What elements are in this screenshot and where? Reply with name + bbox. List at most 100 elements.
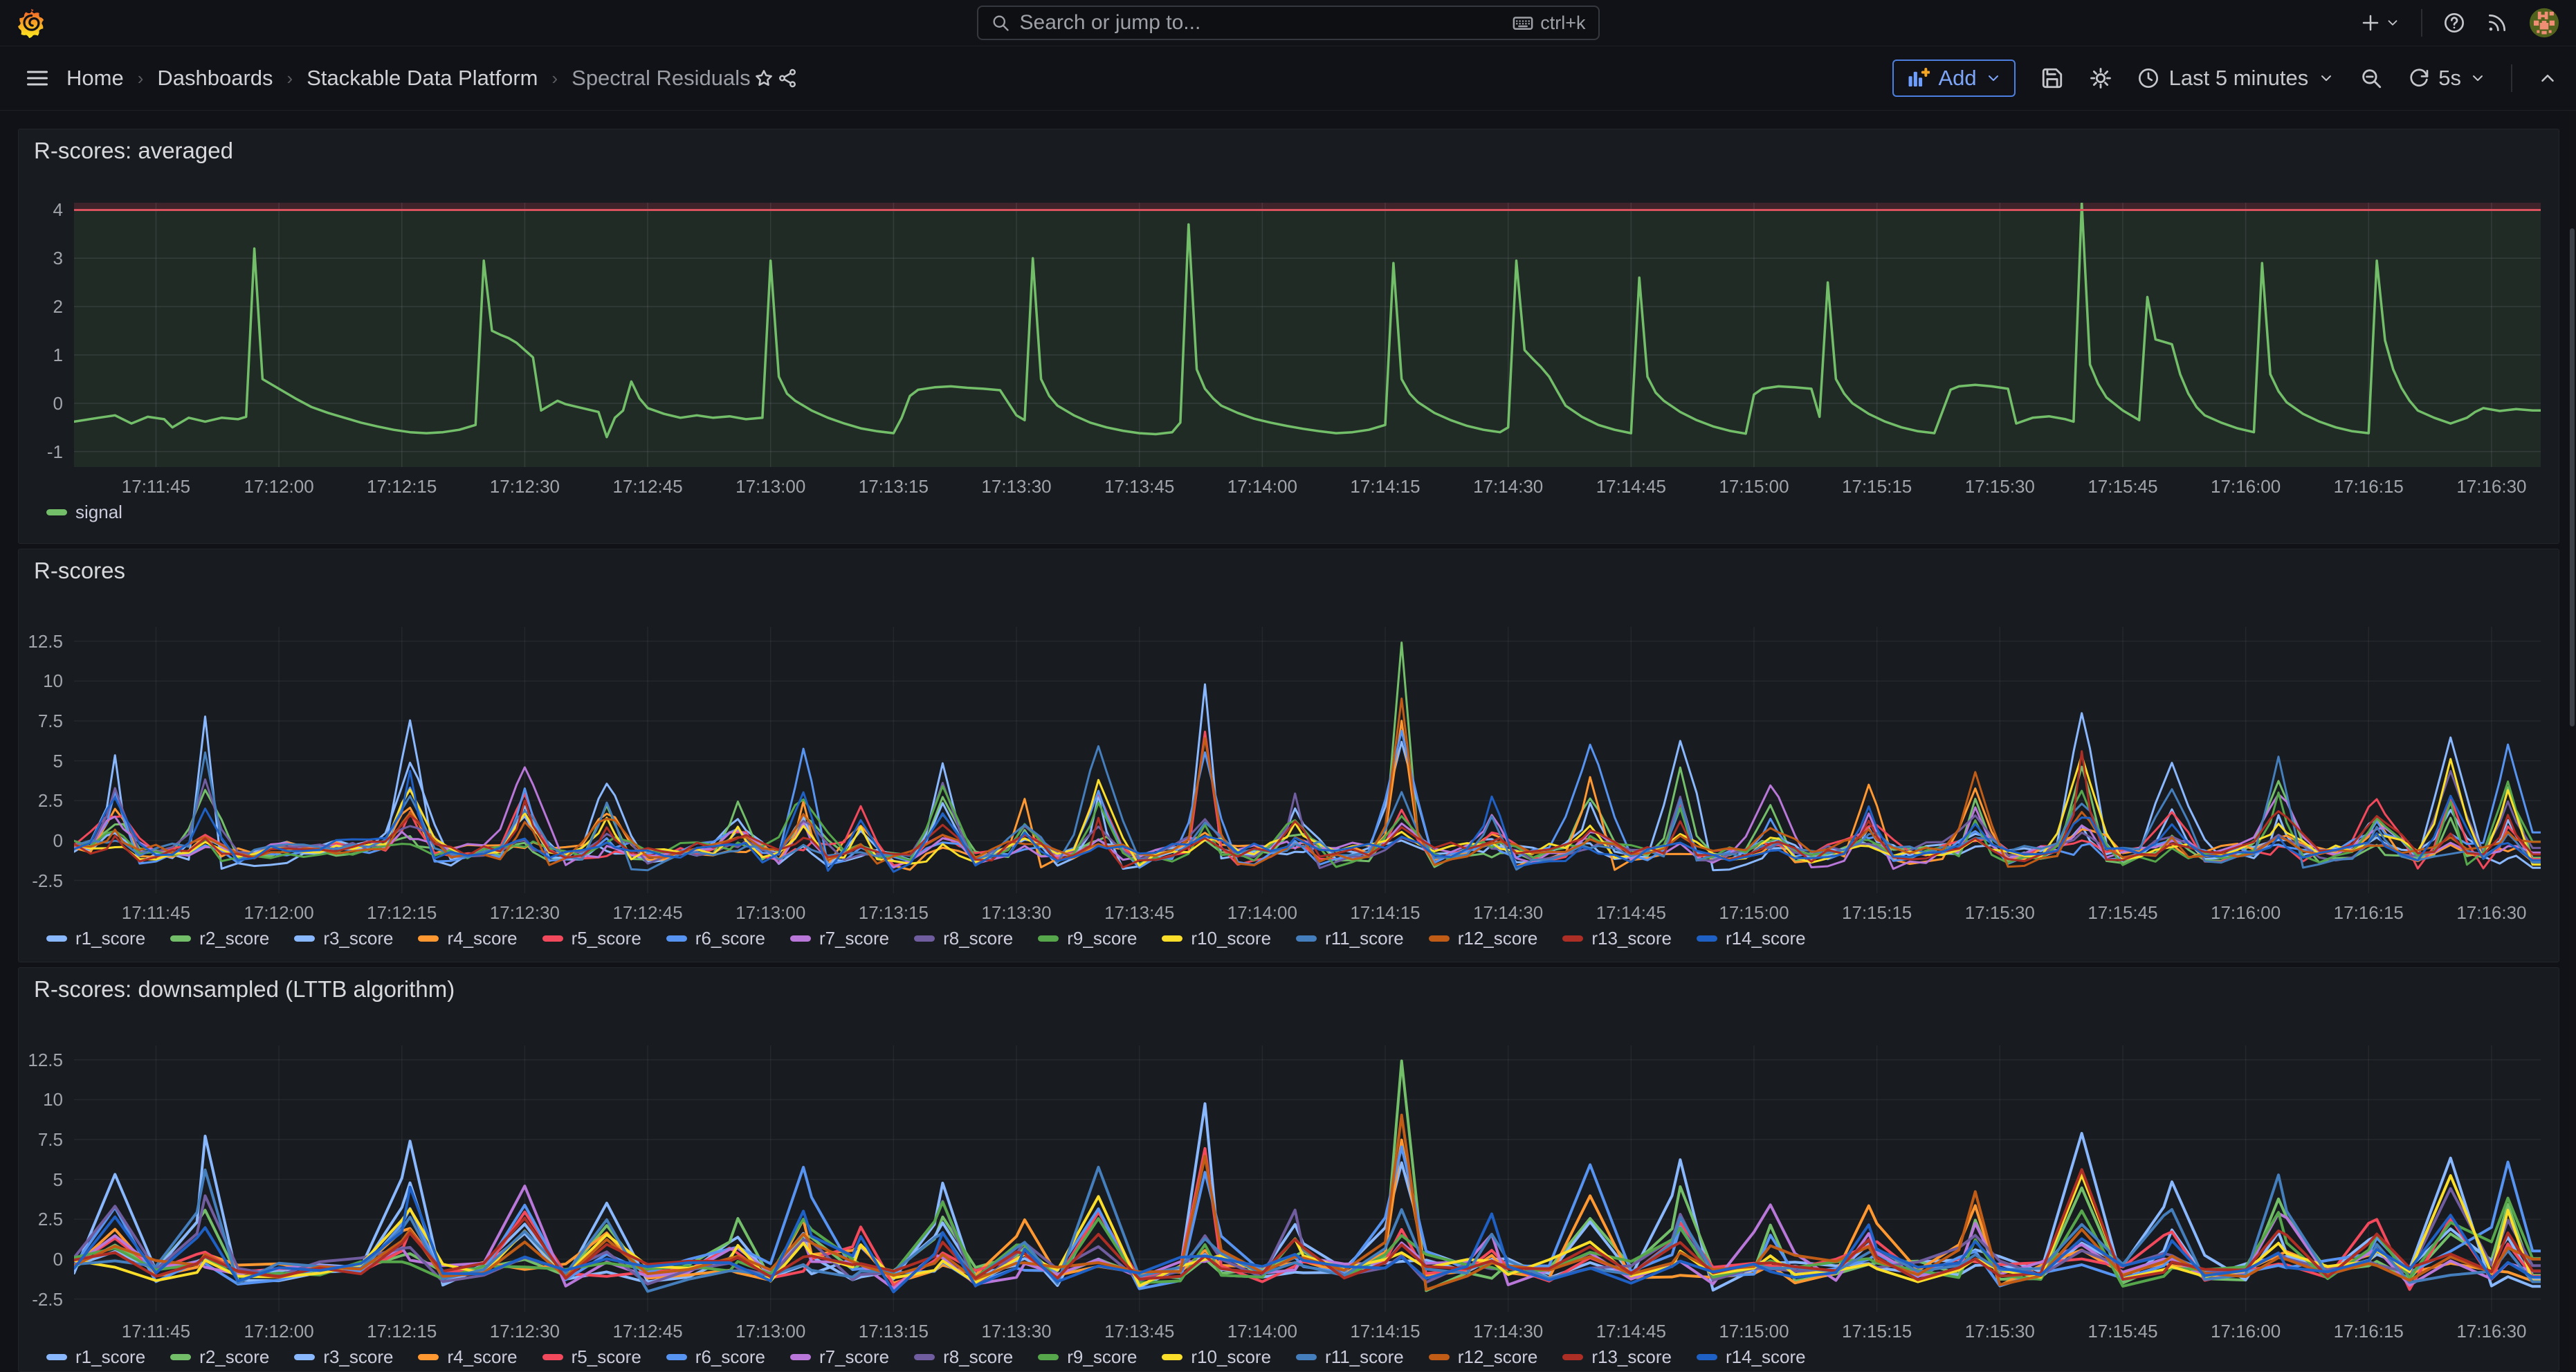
- legend-label: r3_score: [323, 1346, 393, 1368]
- legend-item-r6_score[interactable]: r6_score: [666, 928, 765, 949]
- legend-item-r14_score[interactable]: r14_score: [1697, 1346, 1806, 1368]
- x-axis-label: 17:14:15: [1330, 1321, 1441, 1342]
- chevron-up-icon[interactable]: [2537, 68, 2558, 89]
- legend-item-r2_score[interactable]: r2_score: [170, 928, 269, 949]
- divider: [2421, 9, 2422, 37]
- breadcrumb-separator: ›: [551, 68, 558, 89]
- settings-icon[interactable]: [2089, 66, 2112, 90]
- chart-plot-area[interactable]: [74, 1045, 2541, 1312]
- x-axis-label: 17:15:45: [2067, 902, 2178, 924]
- legend-item-r8_score[interactable]: r8_score: [914, 1346, 1013, 1368]
- panel-r-scores-averaged: R-scores: averaged 43210-117:11:4517:12:…: [18, 129, 2559, 544]
- refresh-picker[interactable]: 5s: [2408, 66, 2486, 91]
- clock-icon: [2137, 67, 2159, 89]
- divider: [2511, 64, 2512, 92]
- x-axis-label: 17:12:00: [223, 902, 334, 924]
- panel-title[interactable]: R-scores: averaged: [34, 138, 233, 164]
- legend-item-r7_score[interactable]: r7_score: [790, 1346, 889, 1368]
- scrollbar-thumb[interactable]: [2570, 228, 2575, 726]
- legend-swatch: [1038, 1354, 1059, 1360]
- x-axis-label: 17:14:15: [1330, 476, 1441, 497]
- legend-label: r5_score: [572, 928, 641, 949]
- legend-label: r1_score: [75, 928, 145, 949]
- y-axis-label: 12.5: [19, 1050, 63, 1071]
- rss-icon[interactable]: [2486, 12, 2508, 34]
- menu-icon[interactable]: [25, 66, 50, 91]
- legend-item-r4_score[interactable]: r4_score: [418, 1346, 517, 1368]
- legend-label: r13_score: [1591, 1346, 1672, 1368]
- panel-title[interactable]: R-scores: downsampled (LTTB algorithm): [34, 976, 455, 1003]
- legend-item-r4_score[interactable]: r4_score: [418, 928, 517, 949]
- y-axis-label: 0: [19, 393, 63, 414]
- legend-item-r1_score[interactable]: r1_score: [46, 928, 145, 949]
- breadcrumb-item-stackable-data-platform[interactable]: Stackable Data Platform: [307, 66, 538, 91]
- breadcrumb-item-home[interactable]: Home: [66, 66, 124, 91]
- legend-item-r10_score[interactable]: r10_score: [1162, 928, 1271, 949]
- legend-item-r9_score[interactable]: r9_score: [1038, 1346, 1137, 1368]
- x-axis-label: 17:15:45: [2067, 476, 2178, 497]
- legend-item-r13_score[interactable]: r13_score: [1562, 1346, 1672, 1368]
- legend-swatch: [914, 1354, 935, 1360]
- legend-swatch: [666, 935, 687, 942]
- y-axis-label: -2.5: [19, 1289, 63, 1310]
- x-axis-label: 17:12:45: [592, 476, 703, 497]
- chart-plot-area[interactable]: [74, 203, 2541, 467]
- y-axis-label: 2.5: [19, 790, 63, 812]
- y-axis-label: 5: [19, 1169, 63, 1191]
- legend-swatch: [170, 1354, 191, 1360]
- top-navbar: Search or jump to... ctrl+k: [0, 0, 2576, 46]
- star-icon[interactable]: [753, 68, 774, 89]
- legend-item-r12_score[interactable]: r12_score: [1429, 1346, 1538, 1368]
- search-placeholder: Search or jump to...: [1020, 11, 1201, 35]
- grafana-logo-icon[interactable]: [15, 7, 47, 39]
- search-shortcut: ctrl+k: [1513, 12, 1585, 34]
- legend-item-r10_score[interactable]: r10_score: [1162, 1346, 1271, 1368]
- search-input[interactable]: Search or jump to... ctrl+k: [977, 6, 1600, 40]
- zoom-out-icon[interactable]: [2359, 66, 2383, 90]
- x-axis-label: 17:14:00: [1207, 902, 1317, 924]
- navbar-actions: [2360, 8, 2576, 38]
- legend-item-r11_score[interactable]: r11_score: [1296, 1346, 1404, 1368]
- add-button[interactable]: Add: [1892, 60, 2015, 97]
- legend-item-r1_score[interactable]: r1_score: [46, 1346, 145, 1368]
- x-axis-label: 17:11:45: [100, 1321, 211, 1342]
- x-axis-label: 17:13:45: [1084, 1321, 1195, 1342]
- legend-item-r6_score[interactable]: r6_score: [666, 1346, 765, 1368]
- y-axis-label: 0: [19, 830, 63, 852]
- legend-item-r2_score[interactable]: r2_score: [170, 1346, 269, 1368]
- breadcrumb: Home›Dashboards›Stackable Data Platform›…: [66, 66, 751, 91]
- chart-plot-area[interactable]: [74, 627, 2541, 893]
- help-icon[interactable]: [2443, 12, 2465, 34]
- legend-swatch: [790, 1354, 811, 1360]
- x-axis-label: 17:12:15: [347, 476, 457, 497]
- x-axis-label: 17:12:15: [347, 902, 457, 924]
- legend-item-r3_score[interactable]: r3_score: [294, 1346, 393, 1368]
- legend-label: r14_score: [1726, 928, 1806, 949]
- legend-item-signal[interactable]: signal: [46, 502, 122, 523]
- time-range-picker[interactable]: Last 5 minutes: [2137, 66, 2335, 91]
- legend-swatch: [46, 1354, 67, 1360]
- y-axis-label: 0: [19, 1249, 63, 1270]
- breadcrumb-item-dashboards[interactable]: Dashboards: [157, 66, 273, 91]
- legend-swatch: [1296, 935, 1317, 942]
- legend-item-r9_score[interactable]: r9_score: [1038, 928, 1137, 949]
- legend-item-r3_score[interactable]: r3_score: [294, 928, 393, 949]
- panel-title[interactable]: R-scores: [34, 558, 125, 584]
- legend-item-r14_score[interactable]: r14_score: [1697, 928, 1806, 949]
- legend-item-r8_score[interactable]: r8_score: [914, 928, 1013, 949]
- x-axis-label: 17:13:00: [715, 1321, 826, 1342]
- keyboard-icon: [1513, 12, 1533, 33]
- legend-item-r5_score[interactable]: r5_score: [542, 928, 641, 949]
- legend-item-r12_score[interactable]: r12_score: [1429, 928, 1538, 949]
- legend-item-r5_score[interactable]: r5_score: [542, 1346, 641, 1368]
- legend-item-r11_score[interactable]: r11_score: [1296, 928, 1404, 949]
- legend-item-r13_score[interactable]: r13_score: [1562, 928, 1672, 949]
- x-axis-label: 17:14:15: [1330, 902, 1441, 924]
- share-icon[interactable]: [777, 68, 798, 89]
- y-axis-label: 3: [19, 248, 63, 269]
- user-avatar[interactable]: [2529, 8, 2559, 38]
- legend-item-r7_score[interactable]: r7_score: [790, 928, 889, 949]
- x-axis-label: 17:14:00: [1207, 476, 1317, 497]
- save-icon[interactable]: [2040, 66, 2064, 90]
- new-button[interactable]: [2360, 12, 2400, 33]
